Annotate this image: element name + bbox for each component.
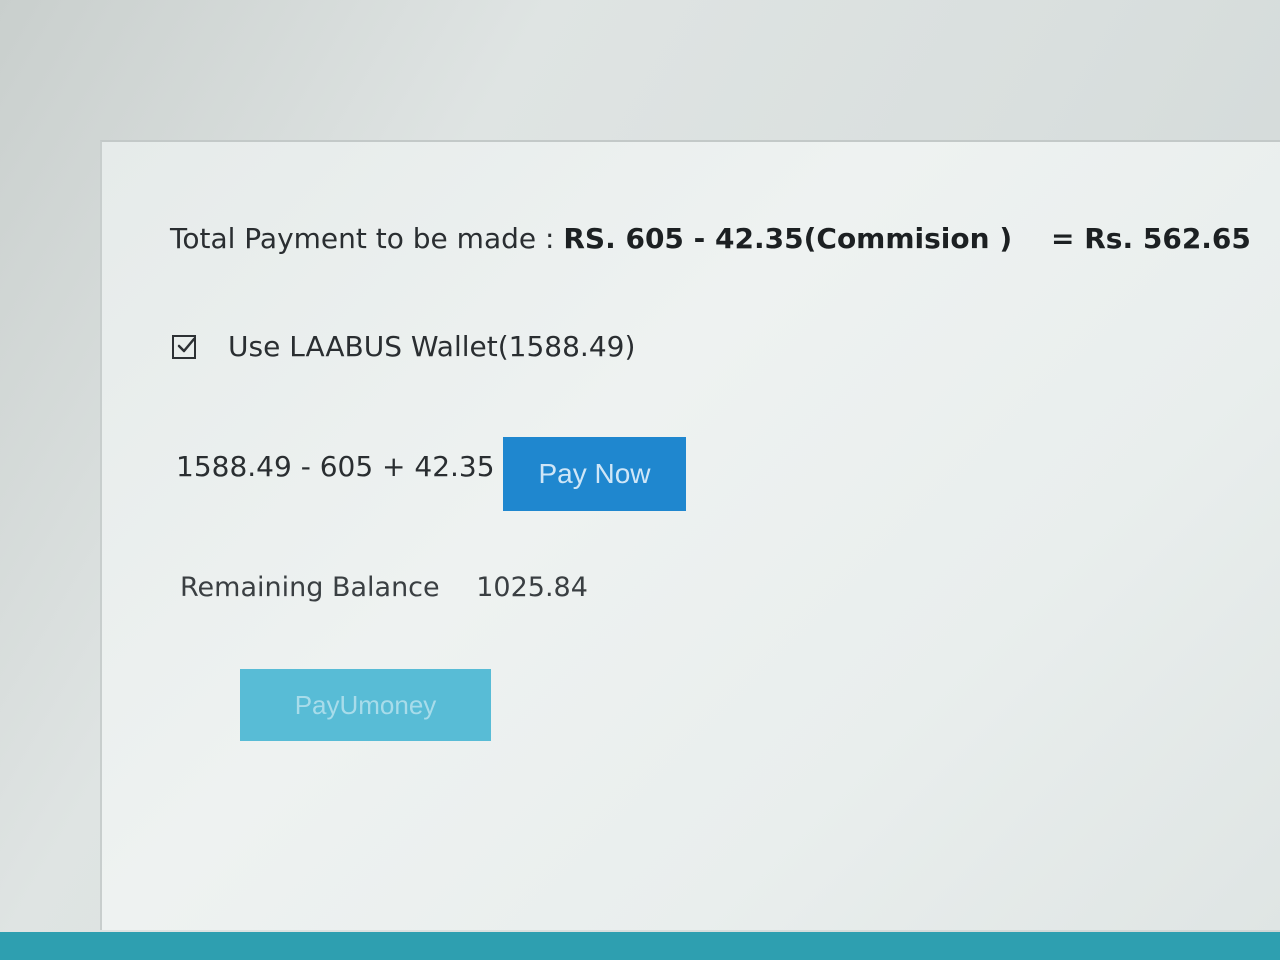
payment-panel (100, 140, 1280, 930)
wallet-checkbox[interactable] (172, 334, 196, 359)
wallet-option[interactable]: Use LAABUS Wallet(1588.49) (172, 330, 635, 363)
checkmark-icon (177, 337, 196, 352)
total-payment-result: = Rs. 562.65 (1051, 222, 1251, 255)
footer-bar (0, 932, 1280, 960)
total-payment-label: Total Payment to be made : (170, 222, 555, 255)
total-payment-line: Total Payment to be made : RS. 605 - 42.… (170, 222, 1251, 255)
pay-now-button[interactable]: Pay Now (503, 437, 686, 511)
remaining-balance-line: Remaining Balance 1025.84 (180, 572, 588, 603)
payumoney-button[interactable]: PayUmoney (240, 669, 491, 741)
wallet-calculation: 1588.49 - 605 + 42.35 (176, 450, 495, 483)
wallet-label: Use LAABUS Wallet(1588.49) (228, 330, 636, 363)
remaining-balance-value: 1025.84 (476, 572, 588, 603)
remaining-balance-label: Remaining Balance (180, 572, 440, 603)
total-payment-expression: RS. 605 - 42.35(Commision ) (563, 222, 1013, 255)
